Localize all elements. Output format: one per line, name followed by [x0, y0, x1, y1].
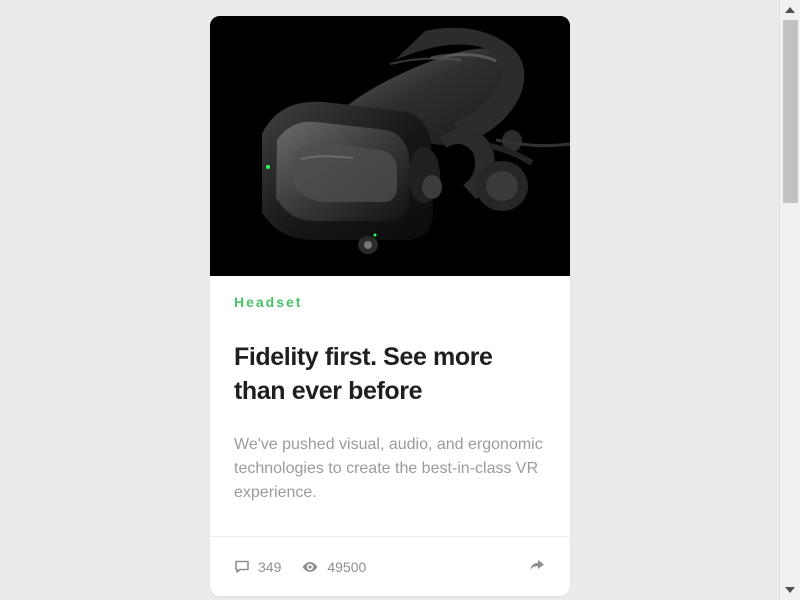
card-description: We've pushed visual, audio, and ergonomi… [234, 436, 543, 501]
card-title: Fidelity first. See more than ever befor… [234, 343, 493, 405]
card-footer: 349 49500 [210, 536, 570, 596]
comments-count: 349 [258, 558, 282, 575]
comments-stat[interactable]: 349 [234, 559, 281, 575]
views-stat: 49500 [301, 559, 366, 575]
views-count: 49500 [327, 558, 367, 575]
vr-headset-illustration [210, 16, 570, 276]
card-content: Headset Fidelity first. See more than ev… [210, 276, 570, 505]
scroll-down-icon[interactable] [785, 587, 795, 593]
scroll-up-icon[interactable] [785, 7, 795, 13]
hero-image [210, 16, 570, 276]
vertical-scrollbar[interactable] [779, 0, 800, 600]
scrollbar-thumb[interactable] [783, 20, 798, 203]
share-button[interactable] [528, 558, 546, 576]
eye-icon [301, 559, 327, 575]
share-icon [529, 557, 545, 576]
product-card: Headset Fidelity first. See more than ev… [210, 16, 570, 596]
page: Headset Fidelity first. See more than ev… [0, 0, 800, 600]
comment-icon [234, 559, 258, 575]
category-label: Headset [234, 294, 303, 310]
